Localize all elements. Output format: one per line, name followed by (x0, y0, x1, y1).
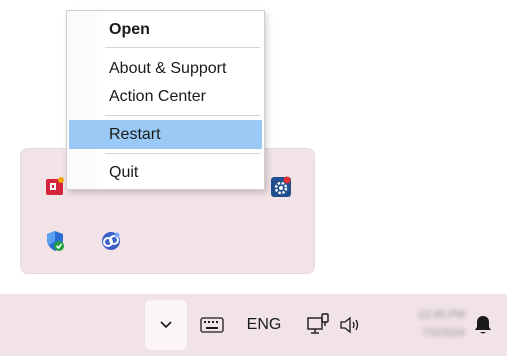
menu-item-action-center[interactable]: Action Center (69, 83, 262, 111)
menu-separator (105, 153, 260, 154)
network-volume-button[interactable] (304, 310, 366, 340)
clock-date: 7/2/2024 (422, 327, 465, 339)
bell-icon (475, 316, 491, 334)
menu-separator (105, 47, 260, 48)
security-shield-icon[interactable] (43, 229, 67, 253)
clock-time: 12:45 PM (417, 309, 465, 321)
network-icon (307, 313, 329, 334)
menu-item-about-support[interactable]: About & Support (69, 55, 262, 83)
menu-item-label: About & Support (109, 60, 227, 77)
menu-separator (105, 115, 260, 116)
app-red-icon[interactable] (43, 175, 67, 199)
volume-icon (340, 316, 359, 334)
language-label: ENG (246, 316, 282, 333)
menu-item-open[interactable]: Open (69, 16, 262, 44)
menu-item-label: Quit (109, 164, 139, 181)
clock[interactable]: 12:45 PM 7/2/2024 (395, 306, 465, 346)
menu-item-label: Open (109, 21, 150, 38)
keyboard-icon (200, 317, 224, 333)
menu-item-label: Restart (109, 126, 161, 143)
taskbar: ENG 12:45 PM 7/2/2024 (0, 294, 507, 356)
menu-item-restart[interactable]: Restart (69, 120, 262, 149)
chevron-down-icon (160, 321, 172, 329)
settings-gear-icon[interactable] (269, 175, 293, 199)
notifications-button[interactable] (470, 312, 496, 338)
tray-context-menu: Open About & Support Action Center Resta… (66, 10, 265, 190)
sync-link-icon[interactable] (99, 229, 123, 253)
menu-item-label: Action Center (109, 88, 206, 105)
show-hidden-icons-button[interactable] (145, 300, 187, 350)
language-indicator[interactable]: ENG (244, 313, 284, 337)
touch-keyboard-button[interactable] (198, 314, 226, 336)
menu-item-quit[interactable]: Quit (69, 159, 262, 187)
